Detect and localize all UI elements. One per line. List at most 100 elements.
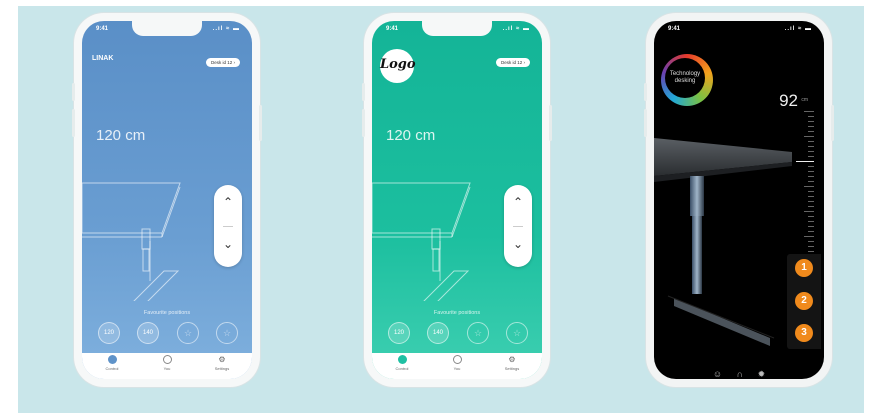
phone-side-button [72, 83, 75, 101]
up-arrow-button[interactable]: ⌃ [214, 195, 242, 209]
height-readout: 120 cm [386, 127, 436, 144]
ruler-tick [808, 121, 814, 122]
phone-notch [132, 21, 202, 36]
brand-logo: Logo [380, 57, 416, 72]
brand-logo-inner: Technology desking [665, 58, 705, 98]
control-divider [223, 226, 233, 227]
height-control: ⌃ ⌄ [504, 185, 532, 267]
ruler-tick [808, 141, 814, 142]
favourite-empty-star[interactable]: ☆ [506, 322, 528, 344]
favourite-button[interactable]: 140 [137, 322, 159, 344]
preset-button-2[interactable]: 2 [795, 292, 813, 310]
tab-label: You [453, 366, 461, 371]
preset-button-3[interactable]: 3 [795, 324, 813, 342]
ruler-tick [808, 221, 814, 222]
ruler-tick [808, 201, 814, 202]
favourite-empty-star[interactable]: ☆ [216, 322, 238, 344]
ruler-tick [804, 136, 814, 137]
gear-icon: ⚙ [218, 355, 226, 364]
ruler-tick [804, 211, 814, 212]
ruler-tick [808, 176, 814, 177]
brand-logo-badge: Logo [380, 49, 416, 83]
tab-label: You [163, 366, 171, 371]
tab-label: Settings [504, 366, 520, 371]
ruler-tick [808, 171, 814, 172]
tab-you[interactable]: You [437, 355, 477, 371]
control-divider [513, 226, 523, 227]
device-selector[interactable]: Desk id 12 › [205, 58, 240, 67]
tab-settings[interactable]: ⚙ Settings [202, 355, 242, 371]
bottom-toolbar: ☺ ∩ ✹ [654, 369, 824, 379]
phone-linak: 9:41 ..ıl ≈ ▬ LINAK Desk id 12 › 120 cm … [72, 13, 262, 387]
app-screen: 9:41 ..ıl ≈ ▬ LINAK Desk id 12 › 120 cm … [82, 21, 252, 379]
control-icon [107, 355, 117, 364]
phone-side-button [362, 109, 365, 137]
status-time: 9:41 [96, 26, 109, 32]
tab-label: Control [105, 366, 119, 371]
height-control: ⌃ ⌄ [214, 185, 242, 267]
ruler-tick [804, 186, 814, 187]
tab-bar: Control You ⚙ Settings [82, 353, 252, 379]
ruler-tick [808, 181, 814, 182]
ruler-tick [808, 146, 814, 147]
up-arrow-button[interactable]: ⌃ [504, 195, 532, 209]
down-arrow-button[interactable]: ⌄ [504, 237, 532, 251]
ruler-tick [808, 151, 814, 152]
ruler-tick [808, 131, 814, 132]
status-icons: ..ıl ≈ ▬ [784, 26, 812, 32]
phone-side-button [644, 83, 647, 101]
ruler-tick [804, 236, 814, 237]
ruler-tick [808, 241, 814, 242]
ruler-tick [808, 166, 814, 167]
ruler-tick [808, 231, 814, 232]
tab-control[interactable]: Control [92, 355, 132, 371]
favourite-button[interactable]: 120 [388, 322, 410, 344]
phone-side-button [72, 109, 75, 137]
phone-technology-desking: 9:41 ..ıl ≈ ▬ Technology desking 92 cm 1… [644, 13, 834, 387]
app-screen: 9:41 ..ıl ≈ ▬ Technology desking 92 cm 1… [654, 21, 824, 379]
phone-side-button [362, 83, 365, 101]
height-unit: cm [801, 97, 808, 103]
tab-you[interactable]: You [147, 355, 187, 371]
tab-label: Control [395, 366, 409, 371]
ruler-tick [808, 156, 814, 157]
phone-notch [704, 21, 774, 36]
ruler-tick [808, 246, 814, 247]
tab-settings[interactable]: ⚙ Settings [492, 355, 532, 371]
ruler-tick [808, 126, 814, 127]
gear-icon: ⚙ [508, 355, 516, 364]
height-readout: 120 cm [96, 127, 146, 144]
tab-control[interactable]: Control [382, 355, 422, 371]
brand-logo-ring: Technology desking [661, 54, 713, 106]
ruler-tick [808, 206, 814, 207]
status-time: 9:41 [668, 26, 681, 32]
control-icon [397, 355, 407, 364]
tab-bar: Control You ⚙ Settings [372, 353, 542, 379]
ruler-tick [808, 216, 814, 217]
ruler-tick [796, 161, 814, 162]
phone-notch [422, 21, 492, 36]
settings-icon[interactable]: ✹ [758, 369, 766, 379]
phone-side-button [831, 105, 834, 141]
user-icon [162, 355, 172, 364]
down-arrow-button[interactable]: ⌄ [214, 237, 242, 251]
status-icons: ..ıl ≈ ▬ [212, 26, 240, 32]
profile-icon[interactable]: ☺ [713, 369, 722, 379]
ruler-tick [808, 251, 814, 252]
favourite-button[interactable]: 120 [98, 322, 120, 344]
device-selector[interactable]: Desk id 12 › [495, 58, 530, 67]
desk-photo [654, 138, 792, 346]
phone-logo: 9:41 ..ıl ≈ ▬ Logo Desk id 12 › 120 cm ⌃… [362, 13, 552, 387]
tab-label: Settings [214, 366, 230, 371]
brand-logo: LINAK [92, 55, 114, 62]
ruler-tick [808, 191, 814, 192]
favourite-button[interactable]: 140 [427, 322, 449, 344]
headphones-icon[interactable]: ∩ [737, 369, 743, 379]
preset-button-1[interactable]: 1 [795, 259, 813, 277]
ruler-tick [808, 196, 814, 197]
app-screen: 9:41 ..ıl ≈ ▬ Logo Desk id 12 › 120 cm ⌃… [372, 21, 542, 379]
favourite-empty-star[interactable]: ☆ [467, 322, 489, 344]
favourite-empty-star[interactable]: ☆ [177, 322, 199, 344]
status-icons: ..ıl ≈ ▬ [502, 26, 530, 32]
ruler-tick [804, 111, 814, 112]
